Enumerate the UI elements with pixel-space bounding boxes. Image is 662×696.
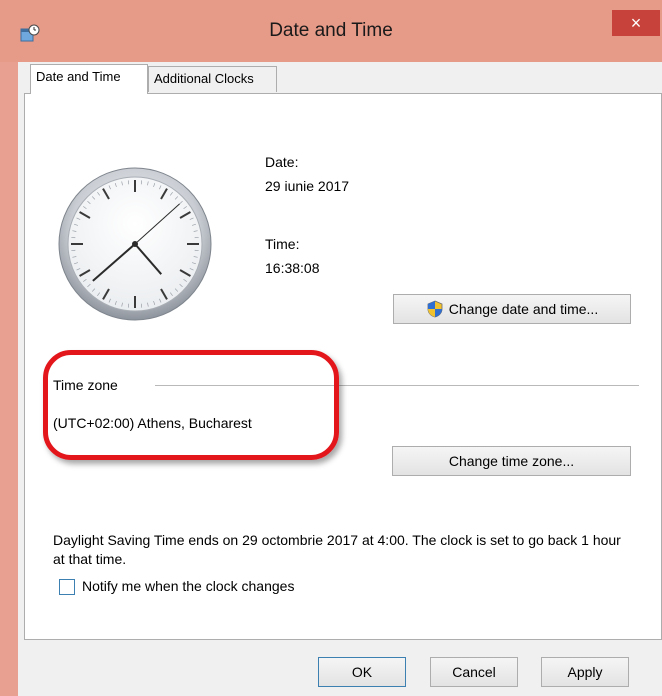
close-button[interactable]: × — [612, 10, 660, 36]
tab-date-and-time[interactable]: Date and Time — [30, 64, 148, 94]
tab-label: Additional Clocks — [154, 71, 254, 86]
time-label: Time: — [265, 236, 300, 252]
cancel-button[interactable]: Cancel — [430, 657, 518, 687]
date-value: 29 iunie 2017 — [265, 178, 350, 194]
ok-label: OK — [351, 664, 373, 680]
tab-panel-date-and-time: Date: 29 iunie 2017 Time: 16:38:08 Chang… — [24, 93, 662, 640]
change-date-time-label: Change date and time... — [448, 301, 599, 317]
close-icon: × — [630, 13, 642, 33]
window-title: Date and Time — [269, 20, 393, 41]
date-label: Date: — [265, 154, 299, 170]
cancel-label: Cancel — [452, 664, 496, 680]
change-date-time-button[interactable]: Change date and time... — [393, 294, 631, 324]
date-time-window: Date and Time × Date and Time Additional… — [0, 0, 662, 696]
analog-clock-icon — [58, 167, 212, 321]
title-bar[interactable]: Date and Time × — [0, 0, 662, 62]
red-highlight-annotation — [43, 350, 339, 460]
change-time-zone-button[interactable]: Change time zone... — [392, 446, 631, 476]
apply-label: Apply — [567, 664, 603, 680]
notify-checkbox[interactable] — [59, 579, 75, 595]
time-value: 16:38:08 — [265, 260, 320, 276]
notify-label[interactable]: Notify me when the clock changes — [82, 578, 294, 594]
uac-shield-icon — [427, 300, 443, 318]
dst-info-text: Daylight Saving Time ends on 29 octombri… — [53, 532, 621, 567]
tab-additional-clocks[interactable]: Additional Clocks — [148, 66, 277, 92]
apply-button[interactable]: Apply — [541, 657, 629, 687]
dialog-client-area: Date and Time Additional Clocks Date: 29… — [18, 62, 662, 696]
change-time-zone-label: Change time zone... — [448, 453, 575, 469]
tab-label: Date and Time — [36, 69, 121, 84]
ok-button[interactable]: OK — [318, 657, 406, 687]
